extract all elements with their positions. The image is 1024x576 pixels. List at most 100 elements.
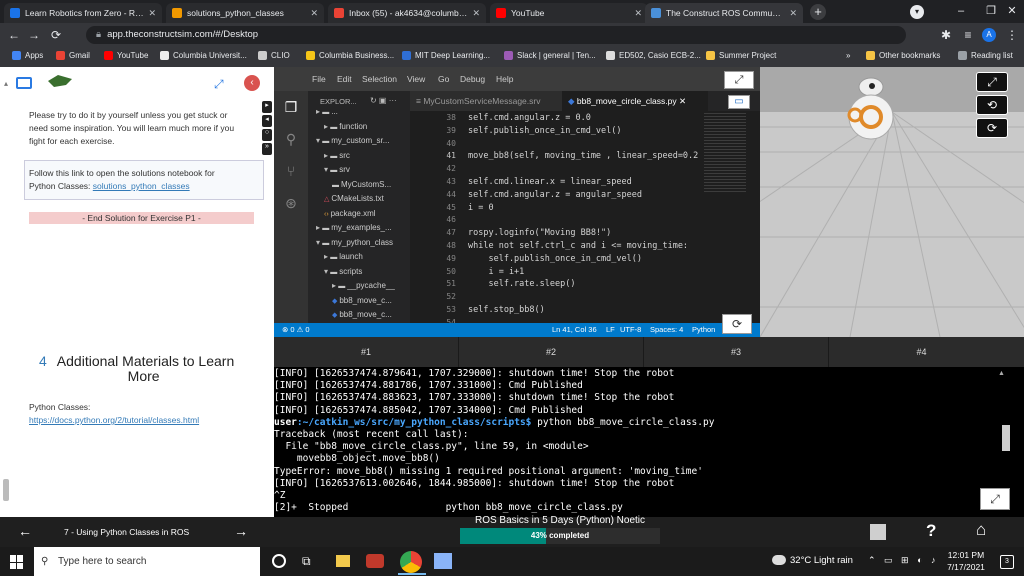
bookmark-item[interactable]: ED502, Casio ECB-2...: [606, 51, 701, 60]
menu-debug[interactable]: Debug: [460, 74, 485, 84]
menu-help[interactable]: Help: [496, 74, 513, 84]
url-bar[interactable]: 🔒︎ app.theconstructsim.com/#/Desktop: [86, 26, 906, 44]
code-line[interactable]: self.cmd.angular.z = 0.0: [468, 113, 591, 123]
prev-unit-arrow-icon[interactable]: ←: [18, 523, 32, 539]
terminal-tab-1[interactable]: #1: [274, 337, 459, 367]
explorer-tree-item[interactable]: ▾ ▬ scripts: [324, 267, 362, 276]
explorer-tree-item[interactable]: ▸ ▬ my_examples_...: [316, 223, 392, 232]
book-icon[interactable]: [16, 77, 32, 89]
more-bookmarks-chevron[interactable]: »: [846, 51, 850, 60]
other-bookmarks[interactable]: Other bookmarks: [866, 51, 940, 60]
minimize-button[interactable]: –: [944, 0, 978, 23]
nav-next-icon[interactable]: ▸: [262, 101, 272, 113]
bookmark-item[interactable]: Columbia Business...: [306, 51, 394, 60]
bookmark-item[interactable]: Gmail: [56, 51, 90, 60]
explorer-tree-item[interactable]: ▾ ▬ my_custom_sr...: [316, 136, 389, 145]
windows-start-icon[interactable]: [10, 555, 24, 569]
extensions-gear-icon[interactable]: ⊛: [283, 195, 299, 211]
notification-center-icon[interactable]: 3: [1000, 555, 1014, 569]
code-line[interactable]: rospy.loginfo("Moving BB8!"): [468, 228, 611, 238]
profile-avatar[interactable]: A: [982, 28, 996, 42]
reading-list[interactable]: Reading list: [958, 51, 1013, 60]
grid-icon[interactable]: [870, 524, 886, 540]
explorer-actions-icon[interactable]: ↻ ▣ ···: [370, 96, 397, 105]
expand-icon[interactable]: ⤢: [214, 77, 224, 92]
simulation-view[interactable]: ⤢ ⟲ ⟳: [760, 67, 1024, 337]
browser-tab[interactable]: Inbox (55) - ak4634@columbia.e ✕: [328, 3, 486, 23]
eol-indicator[interactable]: LF: [606, 325, 615, 334]
close-tab-icon[interactable]: ✕: [148, 8, 156, 19]
menu-go[interactable]: Go: [438, 74, 449, 84]
terminal-tab-3[interactable]: #3: [644, 337, 829, 367]
screen-toggle-button[interactable]: ▭: [728, 95, 750, 109]
browser-tab[interactable]: Learn Robotics from Zero - Robo ✕: [4, 3, 162, 23]
terminal-tab-2[interactable]: #2: [459, 337, 644, 367]
browser-tab[interactable]: YouTube ✕: [490, 3, 648, 23]
menu-edit[interactable]: Edit: [337, 74, 352, 84]
code-line[interactable]: while not self.ctrl_c and i <= moving_ti…: [468, 241, 688, 251]
home-icon[interactable]: ⌂: [976, 520, 986, 540]
editor-tab-srv[interactable]: ≡ MyCustomServiceMessage.srv: [410, 91, 562, 111]
terminal-tab-4[interactable]: #4: [829, 337, 1014, 367]
explorer-icon[interactable]: ❐: [283, 99, 299, 115]
code-line[interactable]: self.publish_once_in_cmd_vel(): [468, 126, 622, 136]
code-line[interactable]: i = 0: [468, 203, 494, 213]
close-tab-icon[interactable]: ✕: [310, 8, 318, 19]
bookmark-item[interactable]: Slack | general | Ten...: [504, 51, 596, 60]
file-explorer-icon[interactable]: [336, 555, 350, 567]
code-line[interactable]: self.rate.sleep(): [468, 279, 575, 289]
forward-button[interactable]: →: [26, 27, 42, 43]
bookmark-item[interactable]: YouTube: [104, 51, 148, 60]
help-icon[interactable]: ?: [926, 521, 936, 541]
explorer-tree-item[interactable]: ▾ ▬ srv: [324, 165, 350, 174]
sim-expand-button[interactable]: ⤢: [976, 72, 1008, 92]
next-unit-arrow-icon[interactable]: →: [234, 523, 248, 539]
terminal-expand-button[interactable]: ⤢: [980, 488, 1010, 510]
terminal-scrollbar[interactable]: [1002, 425, 1010, 451]
cortana-icon[interactable]: [272, 554, 286, 568]
sim-refresh-button[interactable]: ⟳: [976, 118, 1008, 138]
close-tab-icon[interactable]: ✕: [472, 8, 480, 19]
close-tab-icon[interactable]: ✕: [679, 96, 686, 106]
scroll-up-icon[interactable]: ▲: [998, 370, 1006, 378]
nav-toggle-icon[interactable]: ○: [262, 129, 272, 141]
reload-button[interactable]: ⟳: [48, 27, 64, 43]
weather-text[interactable]: 32°C Light rain: [790, 555, 853, 575]
collapse-arrow-icon[interactable]: ▴: [4, 79, 8, 88]
nav-prev-icon[interactable]: ◂: [262, 115, 272, 127]
nav-forward-icon[interactable]: »: [262, 143, 272, 155]
code-line[interactable]: i = i+1: [468, 267, 524, 277]
source-control-icon[interactable]: ⑂: [283, 163, 299, 179]
close-tab-icon[interactable]: ✕: [789, 8, 797, 19]
new-tab-button[interactable]: +: [810, 4, 826, 20]
extensions-icon[interactable]: ✱: [938, 27, 954, 43]
sim-reset-button[interactable]: ⟲: [976, 95, 1008, 115]
refresh-editor-button[interactable]: ⟳: [722, 314, 752, 334]
explorer-tree-item[interactable]: △ CMakeLists.txt: [324, 194, 384, 203]
menu-file[interactable]: File: [312, 74, 326, 84]
encoding-indicator[interactable]: UTF-8: [620, 325, 641, 334]
close-window-button[interactable]: ✕: [1000, 0, 1024, 23]
close-tab-icon[interactable]: ✕: [634, 8, 642, 19]
search-icon[interactable]: ⚲: [283, 131, 299, 147]
cursor-position[interactable]: Ln 41, Col 36: [552, 325, 597, 334]
back-button[interactable]: ←: [6, 27, 22, 43]
language-indicator[interactable]: Python: [692, 325, 715, 334]
system-tray-icons[interactable]: ⌃ ▭ ⊞ ◐ ♪: [868, 555, 939, 575]
explorer-tree-item[interactable]: ◆ bb8_move_c...: [332, 296, 392, 305]
prev-unit-label[interactable]: 7 - Using Python Classes in ROS: [64, 527, 189, 537]
bookmark-item[interactable]: CLIO: [258, 51, 290, 60]
taskbar-app2-icon[interactable]: [434, 553, 452, 569]
bookmark-item[interactable]: MIT Deep Learning...: [402, 51, 490, 60]
explorer-tree-item[interactable]: ‹› package.xml: [324, 209, 376, 218]
bookmark-item[interactable]: Columbia Universit...: [160, 51, 247, 60]
clock[interactable]: 12:01 PM 7/17/2021: [938, 549, 994, 572]
task-view-icon[interactable]: ⧉: [302, 554, 311, 574]
terminal-shell[interactable]: [INFO] [1626537474.879641, 1707.329000]:…: [274, 367, 1024, 517]
explorer-tree-item[interactable]: ▸ ▬ src: [324, 151, 350, 160]
bookmark-item[interactable]: Apps: [12, 51, 43, 60]
explorer-tree-item[interactable]: ▸ ▬ ...: [316, 107, 338, 116]
python-docs-link[interactable]: https://docs.python.org/2/tutorial/class…: [29, 414, 199, 427]
explorer-tree-item[interactable]: ▬ MyCustomS...: [332, 180, 391, 189]
scrollbar-thumb[interactable]: [3, 479, 9, 501]
